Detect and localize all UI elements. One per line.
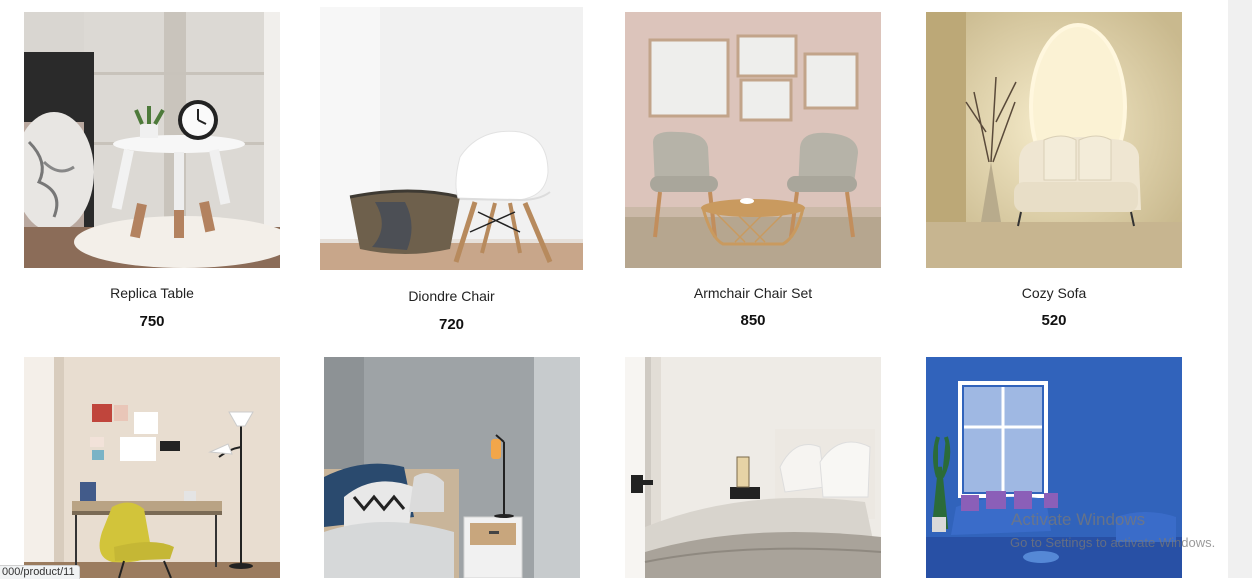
product-card-7[interactable] bbox=[625, 357, 881, 578]
product-name[interactable]: Diondre Chair bbox=[320, 288, 583, 304]
product-image[interactable] bbox=[625, 12, 881, 268]
product-name[interactable]: Cozy Sofa bbox=[926, 285, 1182, 301]
product-price: 850 bbox=[740, 312, 766, 329]
product-image[interactable] bbox=[625, 357, 881, 578]
product-price: 520 bbox=[1041, 312, 1067, 329]
page-scrollbar[interactable] bbox=[1228, 0, 1252, 578]
product-price: 750 bbox=[139, 313, 165, 330]
product-card-8[interactable] bbox=[926, 357, 1182, 578]
product-card-diondre-chair[interactable]: Diondre Chair 720 bbox=[320, 7, 583, 337]
product-name[interactable]: Armchair Chair Set bbox=[625, 285, 881, 301]
product-name[interactable]: Replica Table bbox=[24, 285, 280, 301]
product-image[interactable] bbox=[926, 357, 1182, 578]
status-bar-url: 000/product/11 bbox=[0, 565, 80, 579]
product-image[interactable] bbox=[24, 12, 280, 268]
product-card-5[interactable] bbox=[24, 357, 280, 578]
product-card-cozy-sofa[interactable]: Cozy Sofa 520 bbox=[926, 12, 1182, 332]
product-image[interactable] bbox=[926, 12, 1182, 268]
product-card-6[interactable] bbox=[324, 357, 580, 578]
product-card-armchair-chair-set[interactable]: Armchair Chair Set 850 bbox=[625, 12, 881, 332]
product-image[interactable] bbox=[24, 357, 280, 578]
product-image[interactable] bbox=[320, 7, 583, 270]
product-grid-page: Replica Table 750 Diondre Chair 720 Armc… bbox=[0, 0, 1228, 578]
product-image[interactable] bbox=[324, 357, 580, 578]
product-card-replica-table[interactable]: Replica Table 750 bbox=[24, 12, 280, 332]
product-price: 720 bbox=[438, 316, 465, 333]
